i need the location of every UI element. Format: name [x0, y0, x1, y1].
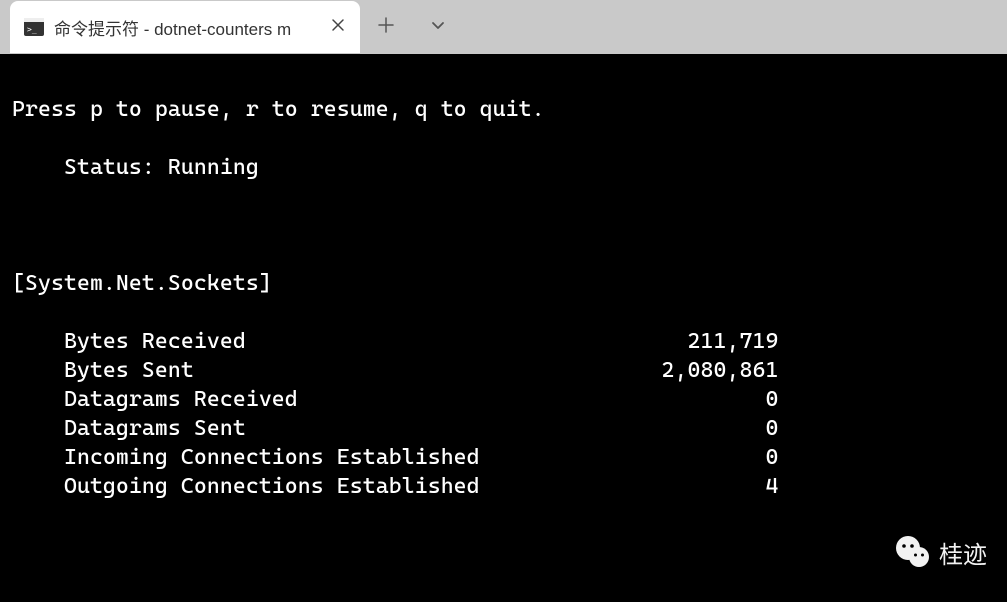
terminal-output[interactable]: Press p to pause, r to resume, q to quit…	[0, 54, 1007, 602]
close-icon	[331, 18, 345, 37]
blank-line	[12, 211, 995, 240]
counter-row: Datagrams Received 0	[12, 385, 995, 414]
new-tab-button[interactable]	[360, 1, 412, 53]
group-header: [System.Net.Sockets]	[12, 269, 995, 298]
status-line: Status: Running	[12, 153, 995, 182]
tab-close-button[interactable]	[326, 15, 350, 39]
window-titlebar: >_ 命令提示符 - dotnet-counters m	[0, 0, 1007, 54]
wechat-icon	[895, 534, 931, 570]
chevron-down-icon	[430, 17, 446, 38]
counter-row: Datagrams Sent 0	[12, 414, 995, 443]
tab-dropdown-button[interactable]	[412, 1, 464, 53]
counter-row: Bytes Sent 2,080,861	[12, 356, 995, 385]
tab-title: 命令提示符 - dotnet-counters m	[54, 15, 316, 40]
counter-row: Outgoing Connections Established 4	[12, 472, 995, 501]
plus-icon	[378, 17, 394, 38]
hint-line: Press p to pause, r to resume, q to quit…	[12, 95, 995, 124]
terminal-tab[interactable]: >_ 命令提示符 - dotnet-counters m	[10, 1, 360, 53]
svg-text:>_: >_	[27, 25, 37, 34]
cmd-icon: >_	[24, 17, 44, 37]
watermark: 桂迹	[895, 534, 987, 570]
watermark-text: 桂迹	[939, 535, 987, 570]
counter-row: Incoming Connections Established 0	[12, 443, 995, 472]
counter-row: Bytes Received 211,719	[12, 327, 995, 356]
